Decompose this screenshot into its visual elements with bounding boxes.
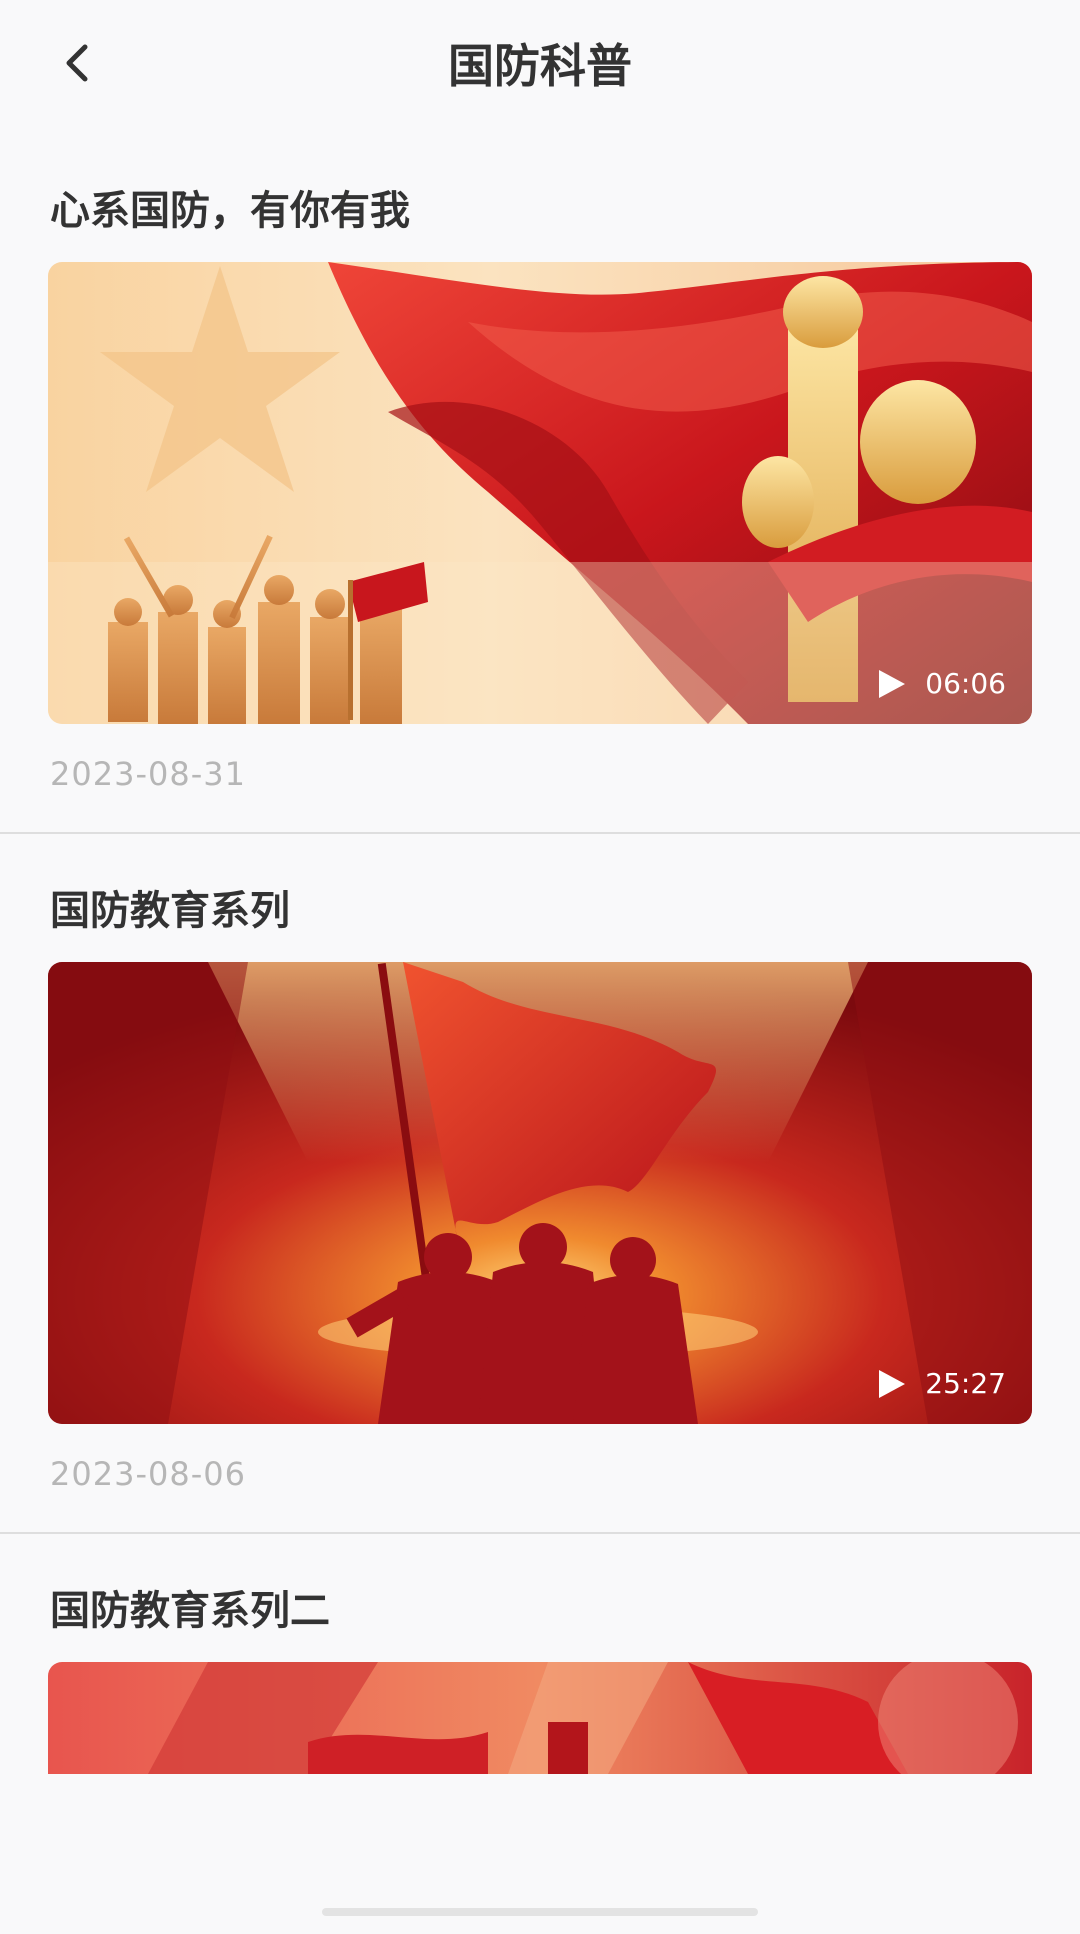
home-indicator[interactable] — [322, 1908, 758, 1916]
duration-label: 06:06 — [925, 667, 1006, 700]
video-thumbnail[interactable] — [48, 1662, 1032, 1774]
duration-label: 25:27 — [925, 1367, 1006, 1400]
video-duration: 25:27 — [879, 1366, 1006, 1402]
publish-date: 2023-08-31 — [50, 755, 246, 793]
video-list: 心系国防，有你有我 06:06 2023-08-31 国防教育系列 25:27 … — [0, 134, 1080, 1934]
thumbnail-image — [48, 962, 1032, 1424]
thumbnail-image — [48, 262, 1032, 724]
video-thumbnail[interactable]: 06:06 — [48, 262, 1032, 724]
play-icon — [879, 1370, 906, 1398]
video-card[interactable]: 心系国防，有你有我 06:06 2023-08-31 — [0, 134, 1080, 834]
video-title: 国防教育系列 — [50, 888, 290, 934]
play-icon — [879, 670, 906, 698]
thumbnail-image — [48, 1662, 1032, 1774]
video-card[interactable]: 国防教育系列二 — [0, 1534, 1080, 1934]
video-card[interactable]: 国防教育系列 25:27 2023-08-06 — [0, 834, 1080, 1534]
video-title: 国防教育系列二 — [50, 1588, 330, 1634]
video-duration: 06:06 — [879, 666, 1006, 702]
top-bar: 国防科普 — [0, 0, 1080, 134]
video-thumbnail[interactable]: 25:27 — [48, 962, 1032, 1424]
publish-date: 2023-08-06 — [50, 1455, 246, 1493]
page-title: 国防科普 — [448, 39, 632, 93]
video-title: 心系国防，有你有我 — [50, 188, 410, 234]
